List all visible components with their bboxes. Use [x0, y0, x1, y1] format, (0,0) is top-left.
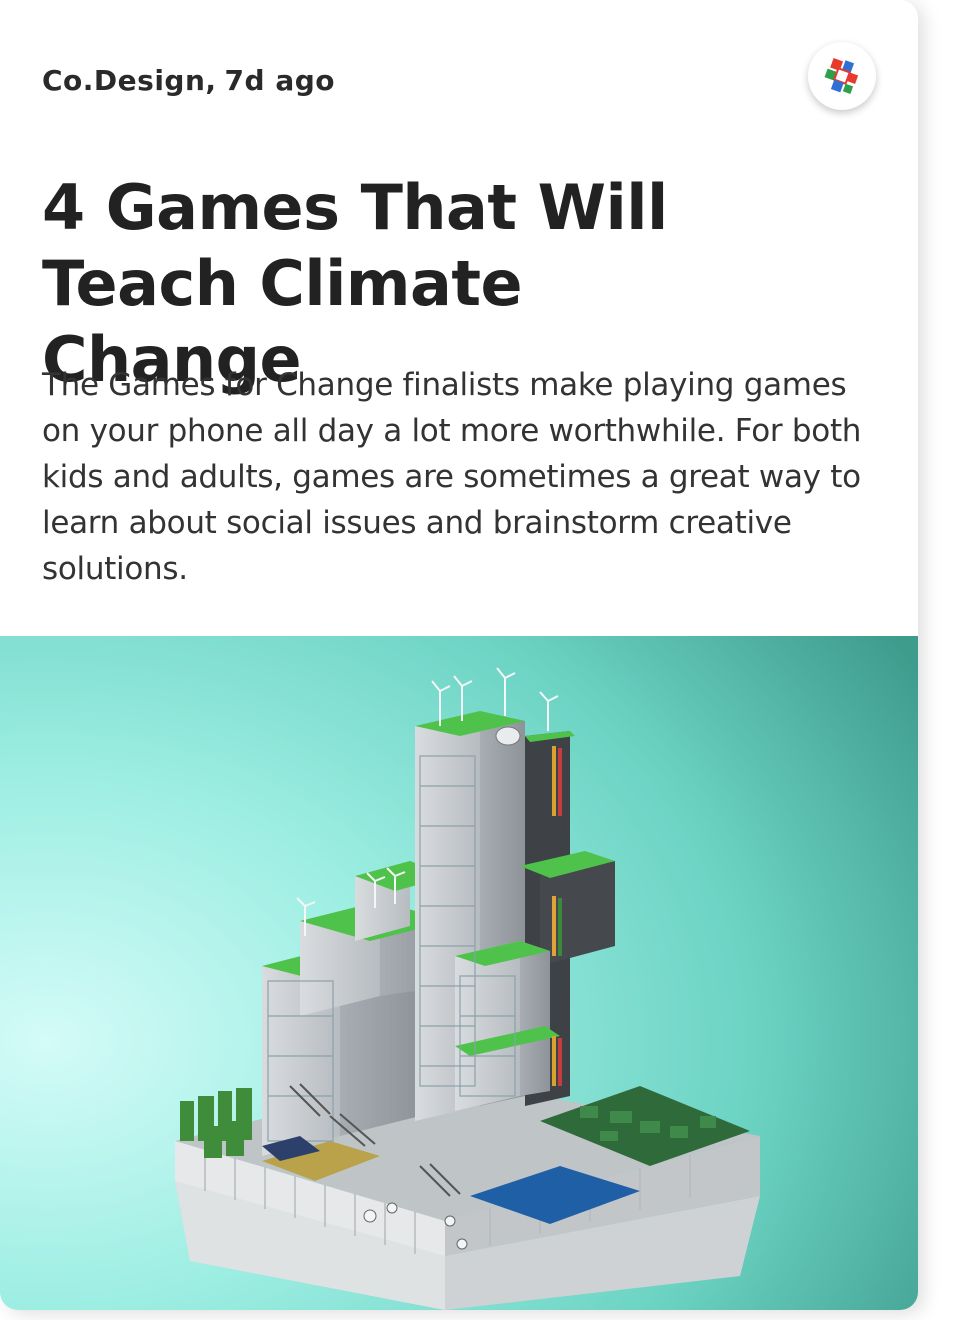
publisher-logo-button[interactable] [808, 42, 876, 110]
article-description: The Games for Change finalists make play… [42, 367, 862, 587]
article-card[interactable]: Co.Design, 7d ago 4 Games That Will Teach… [0, 0, 918, 1310]
hero-illustration [0, 636, 918, 1310]
publisher-logo-icon [824, 58, 859, 94]
article-hero-image[interactable] [0, 636, 918, 1310]
article-time: 7d ago [224, 64, 335, 97]
source-name: Co.Design [42, 64, 206, 97]
article-meta: Co.Design, 7d ago [42, 64, 335, 97]
